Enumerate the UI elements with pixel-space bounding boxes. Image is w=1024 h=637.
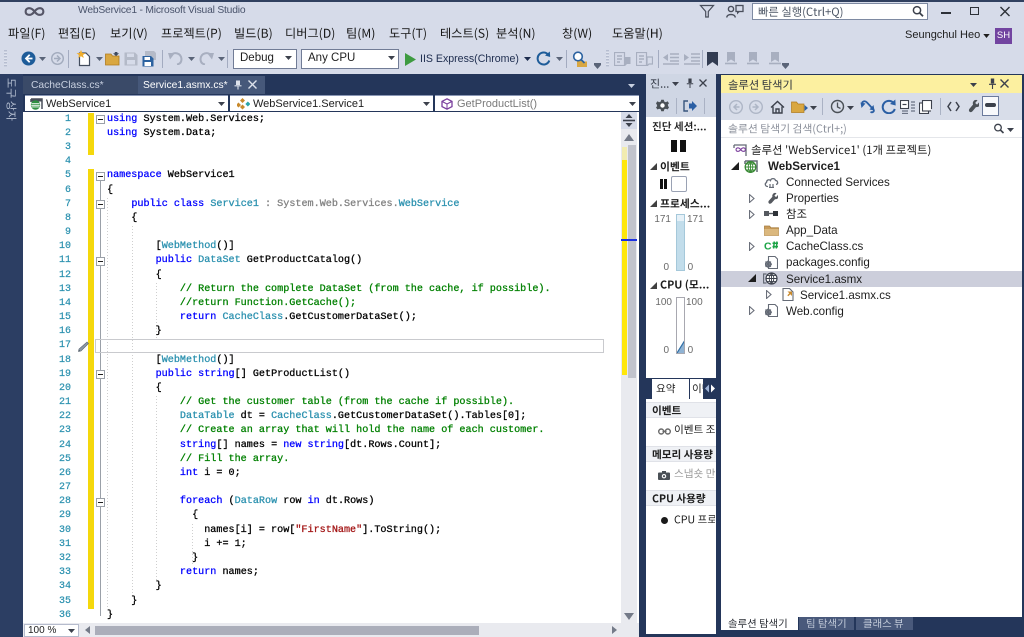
svg-text:C: C: [764, 241, 772, 252]
